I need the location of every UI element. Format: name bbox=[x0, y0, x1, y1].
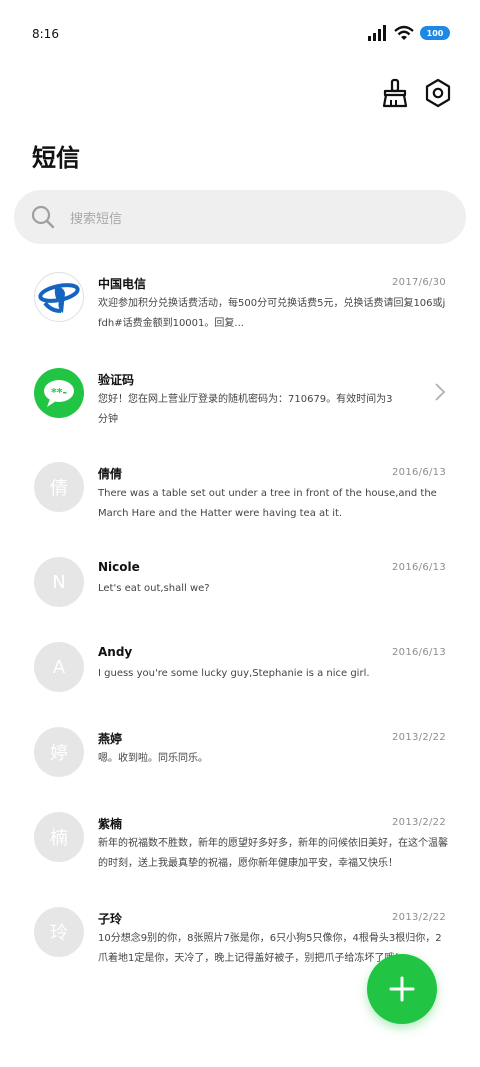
message-preview: 嗯。收到啦。同乐同乐。 bbox=[98, 753, 208, 764]
battery-icon: 100 bbox=[420, 26, 450, 40]
search-bar[interactable]: 搜索短信 bbox=[14, 190, 466, 244]
list-item[interactable]: 中国电信 2017/6/30 欢迎参加积分兑换话费活动，每500分可兑换话费5元… bbox=[0, 262, 480, 342]
status-bar: 8:16 100 bbox=[0, 0, 480, 66]
sender-name: 倩倩 bbox=[98, 467, 123, 481]
avatar: 玲 bbox=[34, 907, 84, 957]
settings-button[interactable] bbox=[421, 76, 455, 110]
plus-icon bbox=[389, 976, 415, 1002]
svg-text:**-: **- bbox=[51, 386, 67, 399]
sender-name: 紫楠 bbox=[98, 817, 123, 831]
message-date: 2013/2/22 bbox=[392, 817, 446, 828]
list-item[interactable]: N Nicole 2016/6/13 Let's eat out,shall w… bbox=[0, 547, 480, 627]
brush-icon bbox=[382, 78, 408, 108]
message-preview: There was a table set out under a tree i… bbox=[98, 488, 437, 519]
message-date: 2016/6/13 bbox=[392, 467, 446, 478]
list-item[interactable]: 倩 倩倩 2016/6/13 There was a table set out… bbox=[0, 452, 480, 532]
list-item[interactable]: **- 验证码 您好！您在网上营业厅登录的随机密码为：710679。有效时间为3… bbox=[0, 358, 480, 438]
message-preview: 欢迎参加积分兑换话费活动，每500分可兑换话费5元，兑换话费请回复106或jfd… bbox=[98, 298, 446, 329]
sender-name: 子玲 bbox=[98, 912, 123, 926]
avatar: 婷 bbox=[34, 727, 84, 777]
search-placeholder: 搜索短信 bbox=[70, 211, 123, 227]
status-icons: 100 bbox=[368, 22, 450, 44]
list-item[interactable]: A Andy 2016/6/13 I guess you're some luc… bbox=[0, 632, 480, 712]
avatar: 楠 bbox=[34, 812, 84, 862]
sender-name: Nicole bbox=[98, 560, 140, 574]
signal-icon bbox=[368, 25, 386, 41]
message-date: 2013/2/22 bbox=[392, 912, 446, 923]
sender-name: 中国电信 bbox=[98, 277, 147, 291]
status-time: 8:16 bbox=[32, 27, 59, 41]
brush-button[interactable] bbox=[378, 76, 412, 110]
avatar: 倩 bbox=[34, 462, 84, 512]
battery-level: 100 bbox=[426, 28, 444, 38]
search-icon bbox=[30, 204, 56, 230]
avatar: N bbox=[34, 557, 84, 607]
message-date: 2016/6/13 bbox=[392, 647, 446, 658]
page-title: 短信 bbox=[32, 144, 80, 172]
list-item[interactable]: 婷 燕婷 2013/2/22 嗯。收到啦。同乐同乐。 bbox=[0, 717, 480, 797]
sender-name: 燕婷 bbox=[98, 732, 123, 746]
sender-name: 验证码 bbox=[98, 373, 135, 387]
settings-icon bbox=[425, 78, 451, 108]
wifi-icon bbox=[394, 25, 414, 40]
message-preview: 您好！您在网上营业厅登录的随机密码为：710679。有效时间为3分钟 bbox=[98, 394, 393, 425]
sender-name: Andy bbox=[98, 645, 133, 659]
message-preview: Let's eat out,shall we? bbox=[98, 583, 210, 594]
sms-icon: **- bbox=[34, 368, 84, 418]
message-date: 2017/6/30 bbox=[392, 277, 446, 288]
message-preview: I guess you're some lucky guy,Stephanie … bbox=[98, 668, 370, 679]
china-telecom-logo-icon bbox=[34, 272, 84, 322]
chevron-right-icon bbox=[435, 383, 446, 401]
message-date: 2013/2/22 bbox=[392, 732, 446, 743]
avatar: A bbox=[34, 642, 84, 692]
message-preview: 新年的祝福数不胜数，新年的愿望好多好多，新年的问候依旧美好，在这个温馨的时刻，送… bbox=[98, 838, 448, 869]
message-date: 2016/6/13 bbox=[392, 562, 446, 573]
new-message-button[interactable] bbox=[367, 954, 437, 1024]
list-item[interactable]: 楠 紫楠 2013/2/22 新年的祝福数不胜数，新年的愿望好多好多，新年的问候… bbox=[0, 802, 480, 882]
